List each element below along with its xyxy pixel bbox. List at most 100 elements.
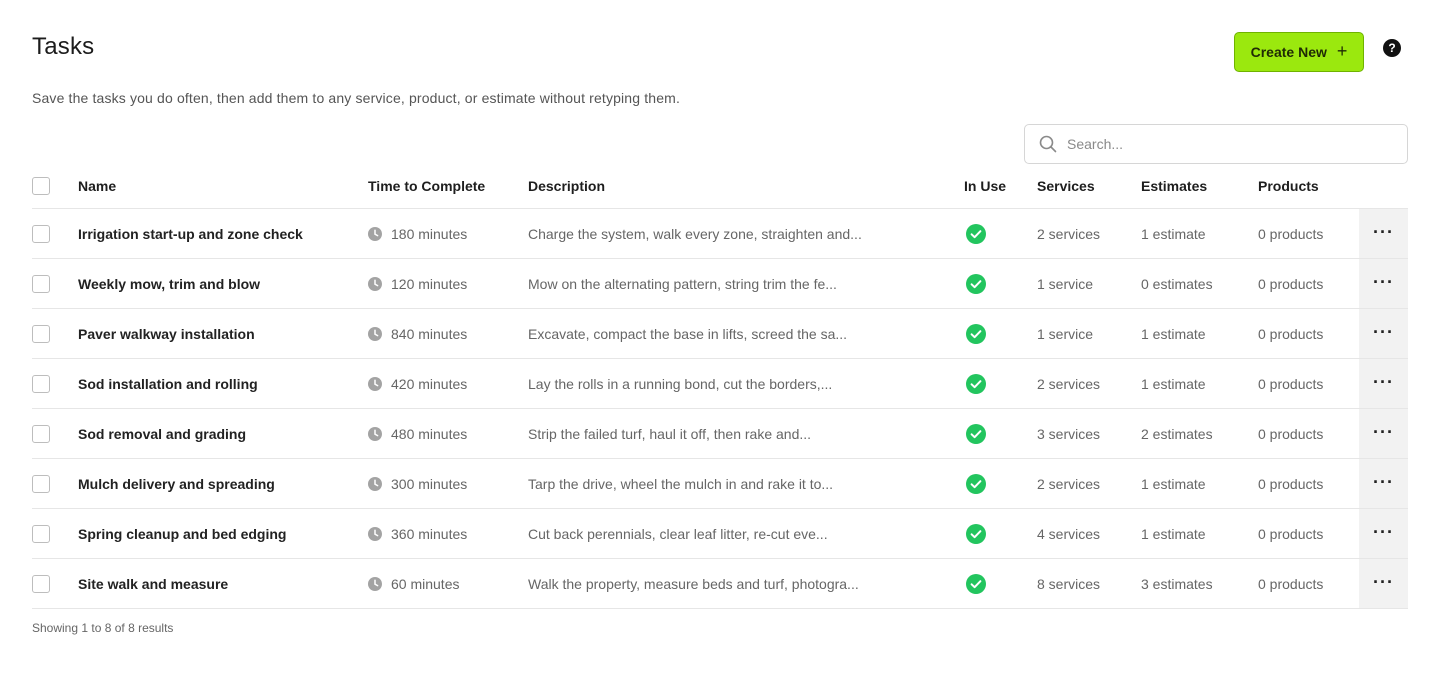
create-new-label: Create New [1250,44,1327,60]
row-select-cell [32,509,50,558]
task-estimates: 1 estimate [1141,475,1206,492]
row-select-cell [32,409,50,458]
task-time: 180 minutes [368,209,467,258]
table-row[interactable]: Mulch delivery and spreading 300 minutes… [32,459,1408,509]
task-name[interactable]: Weekly mow, trim and blow [78,259,260,308]
column-header-estimates[interactable]: Estimates [1141,164,1207,208]
task-description: Walk the property, measure beds and turf… [528,575,859,592]
select-all-checkbox[interactable] [32,177,50,195]
task-time-value: 300 minutes [391,475,468,492]
task-name[interactable]: Spring cleanup and bed edging [78,509,286,558]
task-estimates: 1 estimate [1141,525,1206,542]
task-name[interactable]: Paver walkway installation [78,309,255,358]
column-header-in-use[interactable]: In Use [964,164,1006,208]
more-options-icon[interactable]: ··· [1373,223,1394,241]
column-header-name[interactable]: Name [78,164,116,208]
more-options-icon[interactable]: ··· [1373,423,1394,441]
task-services: 3 services [1037,425,1101,442]
task-in-use [964,259,986,308]
task-estimates: 1 estimate [1141,325,1206,342]
task-time: 60 minutes [368,559,459,608]
task-products: 0 products [1258,425,1324,442]
table-row[interactable]: Spring cleanup and bed edging 360 minute… [32,509,1408,559]
task-products: 0 products [1258,525,1324,542]
column-header-time[interactable]: Time to Complete [368,164,485,208]
row-checkbox[interactable] [32,524,50,543]
task-services: 2 services [1037,225,1101,242]
row-actions-cell: ··· [1359,359,1408,408]
page-title: Tasks [32,33,95,60]
clock-icon [368,326,382,341]
row-checkbox[interactable] [32,374,50,393]
task-in-use [964,359,986,408]
task-description: Mow on the alternating pattern, string t… [528,275,837,292]
task-name[interactable]: Site walk and measure [78,559,228,608]
create-new-button[interactable]: Create New + [1234,32,1364,72]
search-box[interactable] [1024,124,1408,164]
task-time: 300 minutes [368,459,467,508]
check-circle-icon [966,423,986,444]
task-name[interactable]: Irrigation start-up and zone check [78,209,303,258]
clock-icon [368,376,382,391]
help-icon[interactable]: ? [1383,39,1401,57]
task-name[interactable]: Mulch delivery and spreading [78,459,275,508]
search-icon [1039,135,1057,153]
row-actions-cell: ··· [1359,259,1408,308]
search-input[interactable] [1067,136,1367,152]
task-description: Strip the failed turf, haul it off, then… [528,425,812,442]
more-options-icon[interactable]: ··· [1373,373,1394,391]
table-row[interactable]: Paver walkway installation 840 minutes E… [32,309,1408,359]
more-options-icon[interactable]: ··· [1373,573,1394,591]
task-name[interactable]: Sod removal and grading [78,409,246,458]
more-options-icon[interactable]: ··· [1373,523,1394,541]
more-options-icon[interactable]: ··· [1373,323,1394,341]
row-actions-cell: ··· [1359,209,1408,258]
table-row[interactable]: Weekly mow, trim and blow 120 minutes Mo… [32,259,1408,309]
task-description: Cut back perennials, clear leaf litter, … [528,525,828,542]
column-header-services[interactable]: Services [1037,164,1095,208]
row-checkbox[interactable] [32,474,50,493]
task-in-use [964,509,986,558]
check-circle-icon [966,223,986,244]
task-services: 2 services [1037,375,1101,392]
table-row[interactable]: Sod removal and grading 480 minutes Stri… [32,409,1408,459]
task-estimates: 2 estimates [1141,425,1213,442]
task-time: 840 minutes [368,309,467,358]
check-circle-icon [966,273,986,294]
table-row[interactable]: Sod installation and rolling 420 minutes… [32,359,1408,409]
table-row[interactable]: Site walk and measure 60 minutes Walk th… [32,559,1408,609]
task-time-value: 120 minutes [391,275,468,292]
task-time-value: 360 minutes [391,525,468,542]
column-header-products[interactable]: Products [1258,164,1319,208]
row-checkbox[interactable] [32,574,50,593]
row-actions-cell: ··· [1359,459,1408,508]
table-row[interactable]: Irrigation start-up and zone check 180 m… [32,209,1408,259]
row-actions-cell: ··· [1359,309,1408,358]
task-products: 0 products [1258,475,1324,492]
task-services: 1 service [1037,325,1094,342]
more-options-icon[interactable]: ··· [1373,273,1394,291]
row-checkbox[interactable] [32,224,50,243]
task-time: 420 minutes [368,359,467,408]
row-checkbox[interactable] [32,424,50,443]
task-time: 360 minutes [368,509,467,558]
row-checkbox[interactable] [32,274,50,293]
task-time-value: 840 minutes [391,325,468,342]
clock-icon [368,226,382,241]
row-select-cell [32,459,50,508]
row-checkbox[interactable] [32,324,50,343]
pagination-summary: Showing 1 to 8 of 8 results [32,621,174,635]
clock-icon [368,526,382,541]
row-select-cell [32,309,50,358]
task-name[interactable]: Sod installation and rolling [78,359,258,408]
row-select-cell [32,559,50,608]
check-circle-icon [966,323,986,344]
column-header-description[interactable]: Description [528,164,605,208]
task-description: Charge the system, walk every zone, stra… [528,225,862,242]
more-options-icon[interactable]: ··· [1373,473,1394,491]
task-products: 0 products [1258,275,1324,292]
select-all-cell [32,164,50,208]
check-circle-icon [966,373,986,394]
task-estimates: 3 estimates [1141,575,1213,592]
task-in-use [964,309,986,358]
